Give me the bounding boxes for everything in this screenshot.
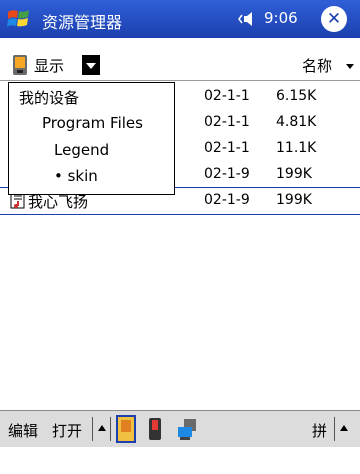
sort-chevron-down-icon[interactable] xyxy=(346,64,354,69)
folder-item-program-files[interactable]: Program Files xyxy=(42,114,143,132)
storage-card-icon[interactable] xyxy=(116,415,136,443)
file-size: 199K xyxy=(276,192,312,208)
folder-dropdown-menu: 我的设备 Program Files Legend • skin xyxy=(8,82,175,195)
file-size: 4.81K xyxy=(276,114,317,130)
toolbar-divider xyxy=(0,80,360,81)
device-icon[interactable] xyxy=(148,417,162,441)
file-date: 02-1-1 xyxy=(204,114,250,130)
window-title: 资源管理器 xyxy=(42,13,123,32)
close-button[interactable]: ✕ xyxy=(321,6,347,32)
speaker-icon[interactable] xyxy=(238,9,260,29)
separator xyxy=(110,417,111,441)
device-icon xyxy=(13,55,27,75)
sip-up-arrow-icon[interactable] xyxy=(340,425,348,431)
network-icon[interactable] xyxy=(176,417,198,441)
input-method-toggle[interactable]: 拼 xyxy=(312,420,327,441)
file-date: 02-1-1 xyxy=(204,88,250,104)
open-menu[interactable]: 打开 xyxy=(52,420,82,441)
file-size: 6.15K xyxy=(276,88,317,104)
separator xyxy=(92,417,93,441)
explorer-toolbar: 显示 名称 xyxy=(0,52,360,80)
show-menu-label[interactable]: 显示 xyxy=(34,55,64,76)
folder-item-my-device[interactable]: 我的设备 xyxy=(19,87,79,108)
sort-by-name[interactable]: 名称 xyxy=(302,55,332,76)
file-date: 02-1-9 xyxy=(204,166,250,182)
clock[interactable]: 9:06 xyxy=(264,9,298,27)
file-size: 199K xyxy=(276,166,312,182)
folder-item-legend[interactable]: Legend xyxy=(54,141,109,159)
file-size: 11.1K xyxy=(276,140,317,156)
file-date: 02-1-9 xyxy=(204,192,250,208)
file-date: 02-1-1 xyxy=(204,140,250,156)
edit-menu[interactable]: 编辑 xyxy=(8,420,38,441)
windows-start-icon[interactable] xyxy=(6,6,34,32)
command-bar: 编辑 打开 拼 xyxy=(0,410,360,447)
folder-item-skin[interactable]: • skin xyxy=(54,167,98,185)
title-bar: 资源管理器 9:06 ✕ xyxy=(0,0,360,38)
up-arrow-icon[interactable] xyxy=(98,425,106,431)
show-dropdown-button[interactable] xyxy=(82,55,100,75)
separator xyxy=(334,417,335,441)
